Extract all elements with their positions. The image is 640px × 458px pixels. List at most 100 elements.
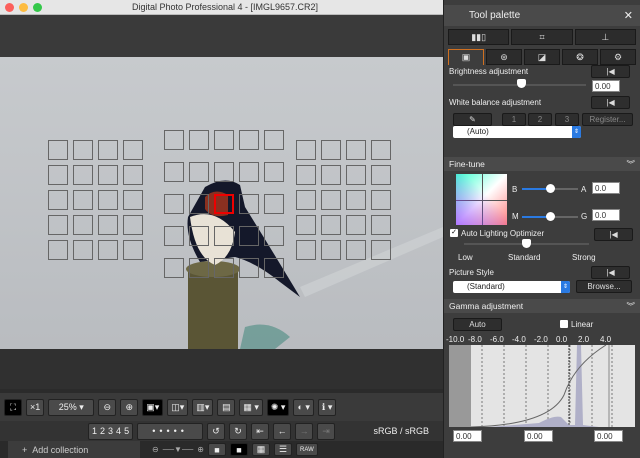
close-icon[interactable]: ✕: [624, 9, 633, 22]
af-point: [189, 130, 209, 150]
gamma-auto-button[interactable]: Auto: [453, 318, 502, 331]
af-point: [346, 140, 366, 160]
af-point: [296, 165, 316, 185]
split-view-button[interactable]: ▥▾: [192, 398, 214, 416]
ba-input[interactable]: 0.0: [592, 182, 620, 194]
eyedropper-icon[interactable]: ✎: [453, 113, 492, 126]
fit-screen-button[interactable]: ⛶: [4, 398, 22, 416]
fine-tune-label: Fine-tune: [449, 159, 485, 169]
check-marks[interactable]: •••••: [137, 422, 204, 440]
last-image-icon[interactable]: ⇥: [317, 422, 336, 440]
rating-4[interactable]: 4: [116, 426, 121, 436]
zoom-out-icon[interactable]: ⊖: [98, 398, 117, 416]
wb-select[interactable]: (Auto) ⇕: [453, 126, 581, 138]
wb-preset-1[interactable]: 1: [502, 113, 526, 126]
brightness-slider-thumb[interactable]: [517, 79, 526, 88]
tab-stamp[interactable]: ⊥: [574, 29, 636, 45]
rotate-left-icon[interactable]: ↺: [207, 422, 226, 440]
alo-checkbox[interactable]: ✓: [450, 229, 458, 237]
view-mode-2[interactable]: ■: [230, 443, 248, 456]
single-view-button[interactable]: ▣▾: [142, 398, 164, 416]
fine-tune-header[interactable]: Fine-tune ︾: [444, 157, 640, 171]
raw-button[interactable]: RAW: [296, 443, 318, 456]
image-viewer[interactable]: [0, 57, 443, 349]
af-point: [264, 258, 284, 278]
b-label: B: [512, 185, 518, 194]
picture-style-reset-button[interactable]: |◀: [591, 266, 630, 279]
compare-view-button[interactable]: ◫▾: [167, 398, 189, 416]
alo-standard: Standard: [508, 253, 541, 262]
highlight-warning-icon[interactable]: ◐ ▾: [293, 398, 314, 416]
af-point: [346, 190, 366, 210]
mg-slider-thumb[interactable]: [546, 212, 555, 221]
thumb-larger-icon[interactable]: ⊕: [197, 445, 204, 454]
brightness-reset-button[interactable]: |◀: [591, 65, 630, 78]
gamma-mid-input[interactable]: 0.00: [524, 430, 553, 442]
af-point: [321, 140, 341, 160]
tab-lens[interactable]: ▮▮▯: [448, 29, 510, 45]
af-point: [98, 190, 118, 210]
zoom-in-icon[interactable]: ⊕: [120, 398, 139, 416]
alo-low: Low: [458, 253, 473, 262]
thumbnail-controls: ⊖ ──▼── ⊕ ■ ■ ▦ ☰ RAW: [152, 443, 318, 456]
gamma-histogram[interactable]: [449, 345, 635, 427]
af-point: [371, 240, 391, 260]
zoom-select[interactable]: 25% ▾: [48, 398, 95, 416]
brightness-input[interactable]: 0.00: [592, 80, 620, 92]
af-point: [189, 226, 209, 246]
color-grid[interactable]: [456, 174, 507, 225]
view-mode-grid[interactable]: ▦: [252, 443, 270, 456]
prev-image-icon[interactable]: ←: [273, 422, 292, 440]
rating-5[interactable]: 5: [124, 426, 129, 436]
af-point: [321, 165, 341, 185]
add-collection-button[interactable]: + Add collection: [8, 441, 140, 458]
ba-slider-thumb[interactable]: [546, 184, 555, 193]
af-point: [98, 140, 118, 160]
save-view-button[interactable]: ▤: [217, 398, 236, 416]
gamma-header[interactable]: Gamma adjustment ︾: [444, 299, 640, 313]
rating-toolbar: 12345 ••••• ↺ ↻ ⇤ ← → ⇥ sRGB / sRGB: [0, 421, 443, 441]
collapse-icon[interactable]: ︾: [626, 157, 635, 171]
af-point: [346, 240, 366, 260]
gamma-black-input[interactable]: 0.00: [453, 430, 482, 442]
rotate-right-icon[interactable]: ↻: [229, 422, 248, 440]
browse-button[interactable]: Browse...: [576, 280, 632, 293]
rating-1[interactable]: 1: [92, 426, 97, 436]
viewer-top: [0, 15, 443, 57]
info-icon[interactable]: ℹ ▾: [317, 398, 337, 416]
collapse-icon[interactable]: ︾: [626, 299, 635, 313]
zoom-1x-button[interactable]: ×1: [26, 398, 45, 416]
view-mode-1[interactable]: ■: [208, 443, 226, 456]
rating-2[interactable]: 2: [100, 426, 105, 436]
af-point: [321, 240, 341, 260]
af-point: [123, 190, 143, 210]
thumb-size-slider[interactable]: ──▼──: [163, 445, 194, 454]
tab-crop[interactable]: ⌗: [511, 29, 573, 45]
af-point-icon[interactable]: ✺ ▾: [266, 398, 290, 416]
alo-reset-button[interactable]: |◀: [594, 228, 633, 241]
af-point: [48, 165, 68, 185]
af-point: [214, 162, 234, 182]
mg-input[interactable]: 0.0: [592, 209, 620, 221]
af-point: [48, 215, 68, 235]
grid-icon[interactable]: ▦ ▾: [239, 398, 263, 416]
gamma-tick: -4.0: [512, 335, 526, 344]
af-point: [164, 194, 184, 214]
wb-preset-2[interactable]: 2: [528, 113, 552, 126]
picture-style-select[interactable]: (Standard) ⇕: [453, 281, 570, 293]
af-point: [164, 162, 184, 182]
linear-checkbox[interactable]: [560, 320, 568, 328]
thumb-smaller-icon[interactable]: ⊖: [152, 445, 159, 454]
view-mode-list[interactable]: ☰: [274, 443, 292, 456]
af-point: [296, 140, 316, 160]
wb-preset-3[interactable]: 3: [555, 113, 579, 126]
wb-reset-button[interactable]: |◀: [591, 96, 630, 109]
next-image-icon[interactable]: →: [295, 422, 314, 440]
wb-register-button[interactable]: Register...: [582, 113, 633, 126]
gamma-white-input[interactable]: 0.00: [594, 430, 623, 442]
first-image-icon[interactable]: ⇤: [251, 422, 270, 440]
tool-palette: Tool palette ✕ ▮▮▯ ⌗ ⊥ ▣ ⊛ ◪ ❂ ⚙ Brightne…: [443, 0, 640, 458]
palette-header[interactable]: Tool palette ✕: [444, 5, 640, 26]
alo-slider-thumb[interactable]: [522, 239, 531, 248]
rating-3[interactable]: 3: [108, 426, 113, 436]
